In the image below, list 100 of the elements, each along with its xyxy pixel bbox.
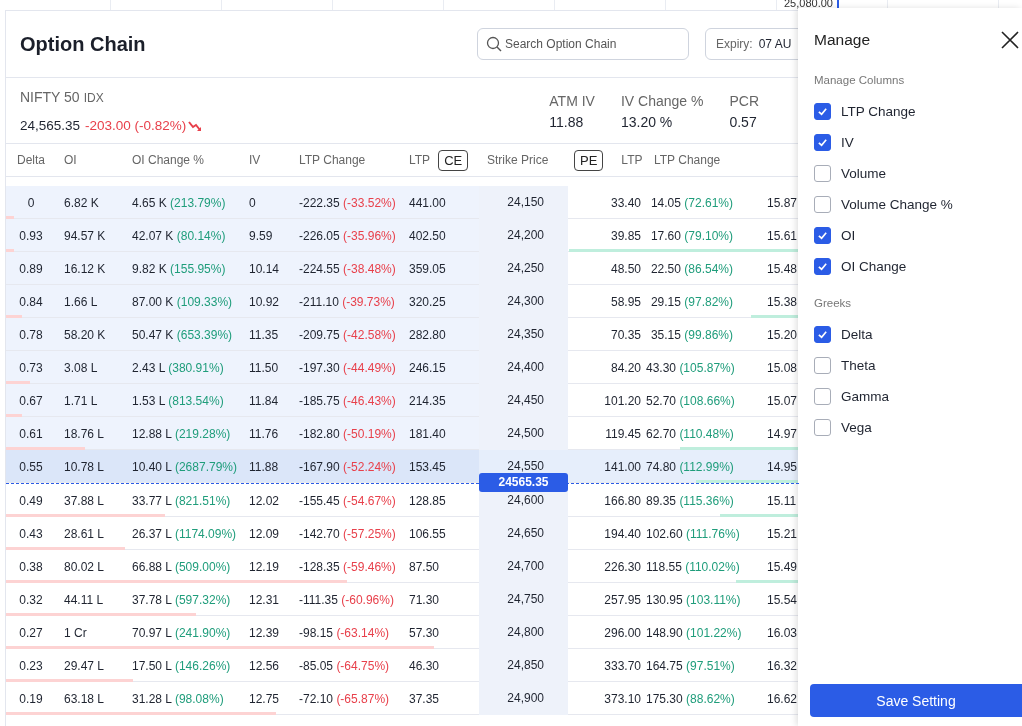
table-cell-text: 11.88 (248, 459, 280, 474)
table-cell-text: 15.11 (766, 493, 798, 508)
checkbox[interactable] (814, 388, 831, 405)
checkbox[interactable] (814, 258, 831, 275)
table-cell-text: 2.43 L (380.91%) (131, 360, 225, 375)
table-cell-text: 18.76 L (63, 426, 106, 441)
checkbox-label: OI Change (841, 259, 907, 274)
side-badge: PE (574, 149, 604, 171)
table-cell-text: 296.00 (603, 625, 642, 640)
table-cell-text: 11.35 (248, 327, 280, 342)
table-cell-text: 0.93 (18, 228, 44, 243)
close-icon[interactable] (1000, 30, 1020, 50)
table-cell-text: 17.60 (79.10%) (649, 228, 734, 243)
table-cell-text: 15.54 (766, 592, 799, 607)
checkbox-label: IV (841, 135, 854, 150)
checkbox[interactable] (814, 134, 831, 151)
table-cell: 24,750 (507, 592, 544, 606)
checkbox-label: Gamma (841, 389, 889, 404)
table-cell-text: 44.11 L (63, 592, 105, 607)
table-cell-text: 0.38 (18, 559, 44, 574)
check-icon (817, 106, 828, 117)
search-icon (486, 36, 502, 52)
table-cell-text: 74.80 (112.99%) (646, 459, 735, 474)
checkbox[interactable] (814, 326, 831, 343)
table-cell-text: 16.62 (766, 691, 799, 706)
table-cell: 24,250 (507, 261, 544, 275)
table-cell-text: 9.82 K (155.95%) (131, 261, 227, 276)
column-header: LTP Change (654, 153, 721, 167)
table-cell-text: -185.75 (-46.43%) (298, 393, 397, 408)
table-cell-text: 33.77 L (821.51%) (131, 493, 232, 508)
table-cell-text: 15.61 (766, 228, 799, 243)
stat-value: 0.57 (729, 114, 758, 130)
checkbox[interactable] (814, 103, 831, 120)
table-cell-text: 12.39 (248, 625, 281, 640)
section-heading: Greeks (814, 297, 853, 309)
save-button[interactable]: Save Setting (810, 684, 1022, 717)
table-cell-text: 71.30 (408, 592, 441, 607)
search-field[interactable]: Search Option Chain (477, 28, 689, 60)
table-cell-text: 15.21 (766, 526, 799, 541)
table-cell-text: 441.00 (408, 195, 447, 210)
checkbox[interactable] (814, 196, 831, 213)
exchange-label: IDX (83, 91, 104, 105)
table-cell-text: 58.20 K (63, 327, 107, 342)
table-cell-text: 89.35 (115.36%) (646, 493, 735, 508)
table-cell-text: -72.10 (-65.87%) (298, 691, 391, 706)
expiry-value: 07 AU (758, 37, 792, 51)
table-cell-text: 12.19 (248, 559, 281, 574)
check-icon (817, 230, 828, 241)
table-cell: 24,600 (507, 493, 544, 507)
checkbox-label: Theta (841, 358, 876, 373)
checkbox[interactable] (814, 227, 831, 244)
table-cell-text: 12.09 (248, 526, 281, 541)
table-cell-text: 16.32 (766, 658, 799, 673)
table-cell-text: -98.15 (-63.14%) (298, 625, 391, 640)
table-cell-text: 15.20 (766, 327, 799, 342)
table-cell-text: 12.75 (248, 691, 281, 706)
table-cell-text: 35.15 (99.86%) (649, 327, 734, 342)
table-cell-text: 22.50 (86.54%) (649, 261, 734, 276)
table-cell-text: 10.92 (248, 294, 281, 309)
checkbox-label: LTP Change (841, 104, 916, 119)
table-cell-text: 62.70 (110.48%) (646, 426, 735, 441)
table-cell-text: 33.40 (609, 195, 642, 210)
table-cell-text: 29.15 (97.82%) (649, 294, 734, 309)
table-cell-text: 31.28 L (98.08%) (131, 691, 225, 706)
table-cell-text: 0 (248, 195, 257, 210)
table-cell: 24,900 (507, 691, 544, 705)
table-cell: 24,650 (507, 526, 544, 540)
table-cell-text: 246.15 (408, 360, 447, 375)
table-cell-text: 15.48 (766, 261, 799, 276)
table-cell-text: 141.00 (603, 459, 642, 474)
table-cell-text: 15.38 (766, 294, 799, 309)
checkbox[interactable] (814, 357, 831, 374)
table-cell-text: 0.55 (18, 459, 44, 474)
checkbox-label: Delta (841, 327, 873, 342)
table-cell-text: 164.75 (97.51%) (646, 658, 736, 673)
table-cell-text: 12.56 (248, 658, 281, 673)
column-header: LTP (409, 153, 431, 167)
table-cell: 130.95 (103.11%) (646, 592, 738, 607)
table-cell-text: 84.20 (609, 360, 642, 375)
table-cell-text: 1.66 L (63, 294, 99, 309)
table-cell-text: 12.31 (248, 592, 281, 607)
column-header: LTP Change (299, 153, 366, 167)
table-cell-text: 333.70 (603, 658, 642, 673)
table-cell-text: 10.78 L (63, 459, 106, 474)
table-cell-text: 214.35 (408, 393, 447, 408)
table-cell-text: 282.80 (408, 327, 447, 342)
column-header: Strike Price (487, 153, 549, 167)
table-cell-text: 0.27 (18, 625, 44, 640)
checkbox[interactable] (814, 419, 831, 436)
checkbox[interactable] (814, 165, 831, 182)
checkbox-label: Vega (841, 420, 872, 435)
table-cell-text: 153.45 (408, 459, 447, 474)
table-cell-text: 11.84 (248, 393, 280, 408)
table-cell-text: 3.08 L (63, 360, 99, 375)
table-cell-text: 87.50 (408, 559, 441, 574)
check-icon (817, 329, 828, 340)
table-cell: 24,550 (507, 459, 544, 473)
table-cell: 24,350 (507, 327, 544, 341)
table-cell-text: 0.19 (18, 691, 44, 706)
table-cell-text: 6.82 K (63, 195, 100, 210)
